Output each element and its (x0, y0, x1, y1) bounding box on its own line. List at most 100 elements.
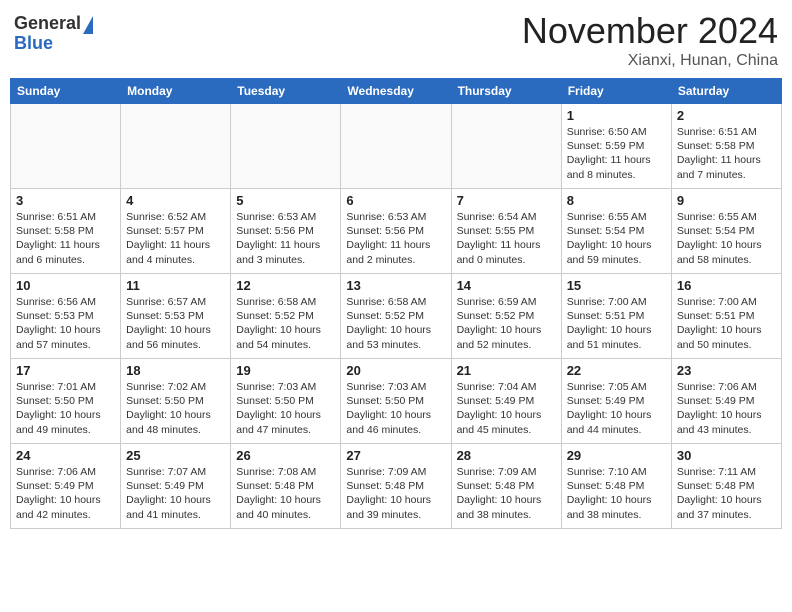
calendar-cell: 13 Sunrise: 6:58 AM Sunset: 5:52 PM Dayli… (341, 274, 451, 359)
calendar-cell: 10 Sunrise: 6:56 AM Sunset: 5:53 PM Dayli… (11, 274, 121, 359)
calendar-cell: 18 Sunrise: 7:02 AM Sunset: 5:50 PM Dayli… (121, 359, 231, 444)
weekday-header-monday: Monday (121, 79, 231, 104)
location-title: Xianxi, Hunan, China (522, 52, 778, 70)
calendar-cell: 27 Sunrise: 7:09 AM Sunset: 5:48 PM Dayli… (341, 444, 451, 529)
calendar-cell (341, 104, 451, 189)
day-number: 13 (346, 278, 445, 293)
day-info: Sunrise: 7:02 AM Sunset: 5:50 PM Dayligh… (126, 380, 225, 437)
day-info: Sunrise: 6:55 AM Sunset: 5:54 PM Dayligh… (567, 210, 666, 267)
day-number: 4 (126, 193, 225, 208)
weekday-header-wednesday: Wednesday (341, 79, 451, 104)
day-number: 26 (236, 448, 335, 463)
calendar-cell (11, 104, 121, 189)
day-info: Sunrise: 7:04 AM Sunset: 5:49 PM Dayligh… (457, 380, 556, 437)
calendar-cell: 16 Sunrise: 7:00 AM Sunset: 5:51 PM Dayli… (671, 274, 781, 359)
day-number: 6 (346, 193, 445, 208)
day-number: 7 (457, 193, 556, 208)
calendar-cell: 11 Sunrise: 6:57 AM Sunset: 5:53 PM Dayli… (121, 274, 231, 359)
calendar-cell: 7Sunrise: 6:54 AM Sunset: 5:55 PM Daylig… (451, 189, 561, 274)
day-number: 23 (677, 363, 776, 378)
calendar-week-0: 1Sunrise: 6:50 AM Sunset: 5:59 PM Daylig… (11, 104, 782, 189)
month-title: November 2024 (522, 10, 778, 52)
day-number: 24 (16, 448, 115, 463)
calendar-week-2: 10 Sunrise: 6:56 AM Sunset: 5:53 PM Dayli… (11, 274, 782, 359)
day-info: Sunrise: 7:07 AM Sunset: 5:49 PM Dayligh… (126, 465, 225, 522)
calendar-cell: 24Sunrise: 7:06 AM Sunset: 5:49 PM Dayli… (11, 444, 121, 529)
day-number: 28 (457, 448, 556, 463)
day-info: Sunrise: 7:00 AM Sunset: 5:51 PM Dayligh… (567, 295, 666, 352)
calendar-cell: 14Sunrise: 6:59 AM Sunset: 5:52 PM Dayli… (451, 274, 561, 359)
day-number: 11 (126, 278, 225, 293)
day-info: Sunrise: 6:52 AM Sunset: 5:57 PM Dayligh… (126, 210, 225, 267)
day-number: 22 (567, 363, 666, 378)
day-number: 19 (236, 363, 335, 378)
day-number: 1 (567, 108, 666, 123)
calendar-cell (121, 104, 231, 189)
day-info: Sunrise: 7:03 AM Sunset: 5:50 PM Dayligh… (236, 380, 335, 437)
day-info: Sunrise: 7:05 AM Sunset: 5:49 PM Dayligh… (567, 380, 666, 437)
calendar-cell: 4 Sunrise: 6:52 AM Sunset: 5:57 PM Daylig… (121, 189, 231, 274)
day-info: Sunrise: 7:09 AM Sunset: 5:48 PM Dayligh… (457, 465, 556, 522)
calendar-cell: 23 Sunrise: 7:06 AM Sunset: 5:49 PM Dayli… (671, 359, 781, 444)
day-info: Sunrise: 7:00 AM Sunset: 5:51 PM Dayligh… (677, 295, 776, 352)
calendar-cell: 12 Sunrise: 6:58 AM Sunset: 5:52 PM Dayli… (231, 274, 341, 359)
day-info: Sunrise: 6:57 AM Sunset: 5:53 PM Dayligh… (126, 295, 225, 352)
logo-triangle-icon (83, 16, 93, 34)
calendar-cell: 19 Sunrise: 7:03 AM Sunset: 5:50 PM Dayli… (231, 359, 341, 444)
calendar-cell: 3Sunrise: 6:51 AM Sunset: 5:58 PM Daylig… (11, 189, 121, 274)
day-number: 30 (677, 448, 776, 463)
calendar-cell: 2 Sunrise: 6:51 AM Sunset: 5:58 PM Daylig… (671, 104, 781, 189)
logo-general: General (14, 14, 81, 34)
day-number: 2 (677, 108, 776, 123)
day-info: Sunrise: 7:03 AM Sunset: 5:50 PM Dayligh… (346, 380, 445, 437)
page-header: General Blue November 2024 Xianxi, Hunan… (10, 10, 782, 70)
calendar-cell: 29 Sunrise: 7:10 AM Sunset: 5:48 PM Dayli… (561, 444, 671, 529)
calendar-week-1: 3Sunrise: 6:51 AM Sunset: 5:58 PM Daylig… (11, 189, 782, 274)
day-info: Sunrise: 7:08 AM Sunset: 5:48 PM Dayligh… (236, 465, 335, 522)
day-number: 16 (677, 278, 776, 293)
calendar-cell: 6 Sunrise: 6:53 AM Sunset: 5:56 PM Daylig… (341, 189, 451, 274)
day-info: Sunrise: 7:09 AM Sunset: 5:48 PM Dayligh… (346, 465, 445, 522)
calendar-cell: 5Sunrise: 6:53 AM Sunset: 5:56 PM Daylig… (231, 189, 341, 274)
day-number: 27 (346, 448, 445, 463)
calendar-cell (451, 104, 561, 189)
calendar-cell: 15 Sunrise: 7:00 AM Sunset: 5:51 PM Dayli… (561, 274, 671, 359)
logo: General Blue (14, 14, 93, 54)
calendar-cell: 9 Sunrise: 6:55 AM Sunset: 5:54 PM Daylig… (671, 189, 781, 274)
calendar-cell: 17 Sunrise: 7:01 AM Sunset: 5:50 PM Dayli… (11, 359, 121, 444)
calendar-week-3: 17 Sunrise: 7:01 AM Sunset: 5:50 PM Dayli… (11, 359, 782, 444)
day-number: 9 (677, 193, 776, 208)
day-number: 17 (16, 363, 115, 378)
day-info: Sunrise: 7:10 AM Sunset: 5:48 PM Dayligh… (567, 465, 666, 522)
day-number: 5 (236, 193, 335, 208)
calendar-cell: 30Sunrise: 7:11 AM Sunset: 5:48 PM Dayli… (671, 444, 781, 529)
calendar-cell: 21Sunrise: 7:04 AM Sunset: 5:49 PM Dayli… (451, 359, 561, 444)
calendar-cell: 25 Sunrise: 7:07 AM Sunset: 5:49 PM Dayli… (121, 444, 231, 529)
day-info: Sunrise: 6:56 AM Sunset: 5:53 PM Dayligh… (16, 295, 115, 352)
day-number: 18 (126, 363, 225, 378)
day-number: 29 (567, 448, 666, 463)
weekday-header-friday: Friday (561, 79, 671, 104)
calendar-table: SundayMondayTuesdayWednesdayThursdayFrid… (10, 78, 782, 529)
calendar-week-4: 24Sunrise: 7:06 AM Sunset: 5:49 PM Dayli… (11, 444, 782, 529)
day-info: Sunrise: 7:01 AM Sunset: 5:50 PM Dayligh… (16, 380, 115, 437)
day-info: Sunrise: 6:58 AM Sunset: 5:52 PM Dayligh… (346, 295, 445, 352)
day-number: 12 (236, 278, 335, 293)
calendar-cell: 8Sunrise: 6:55 AM Sunset: 5:54 PM Daylig… (561, 189, 671, 274)
day-info: Sunrise: 7:06 AM Sunset: 5:49 PM Dayligh… (677, 380, 776, 437)
calendar-cell: 28 Sunrise: 7:09 AM Sunset: 5:48 PM Dayli… (451, 444, 561, 529)
day-number: 14 (457, 278, 556, 293)
day-number: 20 (346, 363, 445, 378)
day-info: Sunrise: 6:55 AM Sunset: 5:54 PM Dayligh… (677, 210, 776, 267)
day-number: 15 (567, 278, 666, 293)
weekday-header-saturday: Saturday (671, 79, 781, 104)
day-info: Sunrise: 6:58 AM Sunset: 5:52 PM Dayligh… (236, 295, 335, 352)
day-info: Sunrise: 6:53 AM Sunset: 5:56 PM Dayligh… (346, 210, 445, 267)
logo-blue: Blue (14, 34, 53, 54)
day-number: 10 (16, 278, 115, 293)
calendar-cell: 26 Sunrise: 7:08 AM Sunset: 5:48 PM Dayli… (231, 444, 341, 529)
day-info: Sunrise: 6:51 AM Sunset: 5:58 PM Dayligh… (677, 125, 776, 182)
weekday-header-sunday: Sunday (11, 79, 121, 104)
day-number: 25 (126, 448, 225, 463)
title-area: November 2024 Xianxi, Hunan, China (522, 10, 778, 70)
